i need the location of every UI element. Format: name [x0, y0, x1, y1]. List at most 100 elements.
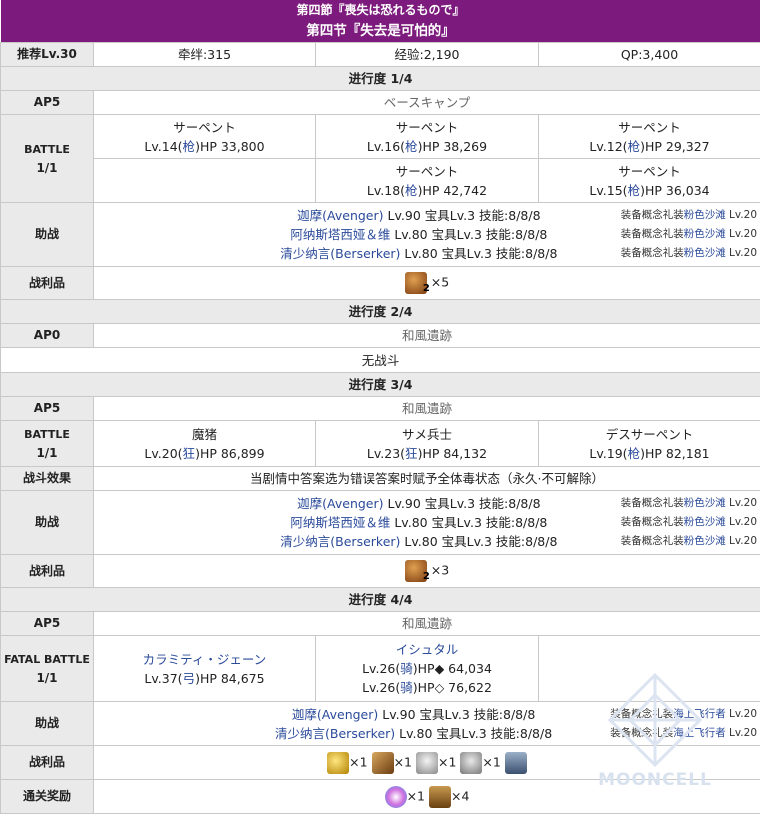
enemy-stats: Lv.19(枪)HP 82,181 [589, 445, 710, 461]
progress-4-title: 进行度 4/4 [0, 587, 760, 612]
support-row: 清少纳言(Berserker) Lv.80 宝具Lv.3 技能:8/8/8 装备… [280, 246, 758, 261]
enemy-cell: サーペント Lv.18(枪)HP 42,742 [315, 158, 539, 203]
class-link[interactable]: 弓 [183, 671, 196, 686]
enemy-cell: イシュタル Lv.26(骑)HP◆ 64,034 Lv.26(骑)HP◇ 76,… [315, 635, 539, 702]
treasure-chest-icon[interactable] [504, 751, 527, 774]
battle-label-text: BATTLE [24, 142, 70, 156]
saint-quartz-icon[interactable] [384, 785, 407, 808]
class-link[interactable]: 枪 [628, 139, 641, 154]
enemy-name-link[interactable]: イシュタル [396, 642, 459, 657]
servant-link[interactable]: 阿纳斯塔西娅＆维 [290, 515, 390, 530]
gold-trophy-icon[interactable] [327, 751, 350, 774]
reward-count: ×4 [451, 788, 470, 803]
servant-link[interactable]: 清少纳言(Berserker) [280, 246, 400, 261]
enemy-cell: カラミティ・ジェーン Lv.37(弓)HP 84,675 [93, 635, 316, 702]
class-link[interactable]: 枪 [628, 183, 641, 198]
bond-value: 牵绊:315 [93, 42, 316, 67]
enemy-cell: サーペント Lv.14(枪)HP 33,800 [93, 114, 316, 159]
support-row: 阿纳斯塔西娅＆维 Lv.80 宝具Lv.3 技能:8/8/8 装备概念礼装粉色沙… [290, 227, 758, 242]
battle-count: 1/1 [36, 445, 58, 460]
enemy-stats: Lv.26(骑)HP◆ 64,034 [362, 661, 492, 676]
enemy-cell: 魔猪 Lv.20(狂)HP 86,899 [93, 420, 316, 467]
recommend-level: 推荐Lv.30 [0, 42, 94, 67]
servant-link[interactable]: 迦摩(Avenger) [297, 496, 383, 511]
battle-label: BATTLE 1/1 [0, 420, 94, 467]
enemy-stats: Lv.16(枪)HP 38,269 [366, 138, 488, 154]
ce-link[interactable]: 粉色沙滩 [684, 228, 726, 240]
ce-link[interactable]: 粉色沙滩 [684, 497, 726, 509]
servant-link[interactable]: 清少纳言(Berserker) [280, 534, 400, 549]
quest-table: 第四節『喪失は恐れるもので』 第四节『失去是可怕的』 推荐Lv.30 牵绊:31… [0, 0, 760, 814]
barrel-icon[interactable]: 2 [404, 272, 430, 294]
progress-2-title: 进行度 2/4 [0, 299, 760, 324]
support-row: 清少纳言(Berserker) Lv.80 宝具Lv.3 技能:8/8/8 装备… [275, 725, 758, 741]
enemy-name: サーペント [173, 119, 236, 135]
ce-link[interactable]: 粉色沙滩 [684, 516, 726, 528]
battle-count: 1/1 [36, 670, 58, 685]
enemy-cell: サーペント Lv.12(枪)HP 29,327 [537, 114, 760, 159]
drop-count: ×3 [430, 562, 450, 578]
enemy-stats: Lv.18(枪)HP 42,742 [366, 182, 488, 198]
class-link[interactable]: 骑 [400, 661, 413, 676]
class-link[interactable]: 骑 [400, 680, 413, 695]
battle-label: BATTLE 1/1 [0, 114, 94, 203]
exp-value: 经验:2,190 [315, 42, 539, 67]
enemy-stats: Lv.26(骑)HP◇ 76,622 [362, 680, 492, 695]
class-link[interactable]: 狂 [183, 446, 196, 461]
support-label: 助战 [0, 202, 94, 267]
bronze-chest-icon[interactable] [429, 785, 451, 808]
enemy-name: 魔猪 [191, 426, 217, 442]
ce-link[interactable]: 粉色沙滩 [684, 535, 726, 547]
enemy-name: サーペント [618, 163, 681, 179]
enemy-stats: Lv.23(狂)HP 84,132 [366, 445, 488, 461]
drops-label: 战利品 [0, 266, 94, 300]
drop-count: ×1 [482, 754, 501, 769]
location-name: 和風遺跡 [92, 396, 760, 421]
enemy-stats: Lv.20(狂)HP 86,899 [144, 445, 265, 461]
white-statue-icon[interactable] [416, 751, 438, 774]
battle-count: 1/1 [36, 160, 58, 175]
servant-link[interactable]: 清少纳言(Berserker) [275, 726, 395, 741]
ce-link[interactable]: 海上飞行者 [673, 727, 726, 739]
drops-label: 战利品 [0, 554, 94, 588]
gray-statue-icon[interactable] [460, 751, 483, 774]
enemy-stats: Lv.14(枪)HP 33,800 [144, 138, 265, 154]
enemy-name: サーペント [395, 119, 459, 135]
enemy-name: デスサーペント [605, 426, 694, 442]
ce-link[interactable]: 海上飞行者 [673, 708, 726, 720]
enemy-name: サメ兵士 [401, 426, 452, 442]
servant-link[interactable]: 阿纳斯塔西娅＆维 [290, 227, 390, 242]
class-link[interactable]: 枪 [628, 446, 641, 461]
progress-1-title: 进行度 1/4 [0, 66, 760, 91]
support-list: 迦摩(Avenger) Lv.90 宝具Lv.3 技能:8/8/8 装备概念礼装… [92, 202, 760, 267]
wooden-horn-icon[interactable] [371, 751, 394, 774]
progress-3-title: 进行度 3/4 [0, 372, 760, 397]
ce-link[interactable]: 粉色沙滩 [684, 247, 726, 259]
effect-text: 当剧情中答案选为错误答案时赋予全体毒状态（永久·不可解除） [92, 466, 760, 491]
drop-count: ×1 [349, 754, 368, 769]
enemy-name: サーペント [395, 163, 459, 179]
barrel-icon[interactable]: 2 [404, 560, 430, 582]
qp-value: QP:3,400 [537, 42, 760, 67]
support-row: 迦摩(Avenger) Lv.90 宝具Lv.3 技能:8/8/8 装备概念礼装… [297, 496, 758, 511]
drops-cell: 2 ×3 [92, 554, 760, 588]
support-row: 清少纳言(Berserker) Lv.80 宝具Lv.3 技能:8/8/8 装备… [280, 534, 758, 549]
class-link[interactable]: 枪 [183, 139, 196, 154]
enemy-cell-empty [93, 158, 316, 203]
enemy-name-link[interactable]: カラミティ・ジェーン [143, 652, 267, 667]
reward-label: 通关奖励 [0, 779, 94, 814]
battle-label-text: FATAL BATTLE [4, 652, 90, 666]
ap-cost: AP5 [0, 611, 94, 636]
class-link[interactable]: 枪 [405, 139, 418, 154]
ce-link[interactable]: 粉色沙滩 [684, 209, 726, 221]
servant-link[interactable]: 迦摩(Avenger) [297, 208, 383, 223]
support-label: 助战 [0, 701, 94, 746]
class-link[interactable]: 枪 [405, 183, 418, 198]
class-link[interactable]: 狂 [405, 446, 418, 461]
drops-cell: ×1 ×1 ×1 ×1 [92, 745, 760, 780]
servant-link[interactable]: 迦摩(Avenger) [292, 707, 378, 722]
ap-cost: AP0 [0, 323, 94, 348]
quest-title-jp: 第四節『喪失は恐れるもので』 [0, 0, 760, 20]
battle-label-text: BATTLE [24, 427, 70, 441]
reward-count: ×1 [406, 788, 426, 803]
